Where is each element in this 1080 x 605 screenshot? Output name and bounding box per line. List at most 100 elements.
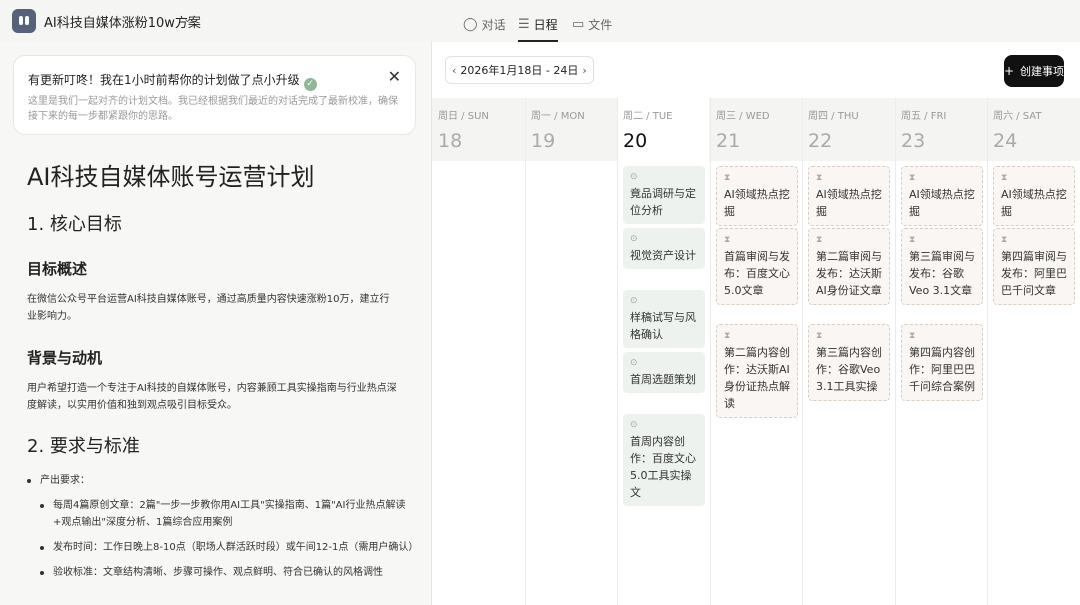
create-event-button[interactable]: + 创建事项 [1004,55,1064,87]
event-title: 第三篇内容创作：谷歌Veo 3.1工具实操 [816,346,882,393]
day-column-divider [802,98,803,605]
event-title: 第二篇审阅与发布：达沃斯AI身份证文章 [816,250,882,297]
day-number: 18 [438,130,463,152]
top-bar: AI科技自媒体涨粉10w方案 ⌄ ◯ 对话 ☰ 日程 ▭ 文件 [0,0,1080,42]
day-column-header: 周一 / MON 19 [525,98,617,161]
event-title: 样稿试写与风格确认 [630,311,696,341]
section-heading-requirements: 2. 要求与标准 [27,436,140,457]
project-title[interactable]: AI科技自媒体涨粉10w方案 [44,12,201,31]
day-column-divider [895,98,896,605]
update-notice-title: 有更新叮咚！我在1小时前帮你的计划做了点小升级 ✓ [28,71,317,91]
day-column-header: 周五 / FRI 23 [895,98,987,161]
day-number: 20 [623,130,648,152]
tab-schedule[interactable]: ☰ 日程 [518,16,558,42]
calendar-event[interactable]: ⧗ 第二篇审阅与发布：达沃斯AI身份证文章 [808,228,890,305]
day-number: 23 [901,130,926,152]
chevron-right-icon[interactable]: › [582,64,586,77]
tab-files-label: 文件 [588,18,613,32]
calendar-event[interactable]: ⧗ 第二篇内容创作：达沃斯AI身份证热点解读 [716,324,798,418]
calendar-event[interactable]: ⧗ 第四篇内容创作：阿里巴巴千问综合案例 [901,324,983,401]
list-item: 验收标准：文章结构清晰、步骤可操作、观点鲜明、符合已确认的风格调性 [40,564,417,581]
plan-document-panel[interactable]: 有更新叮咚！我在1小时前帮你的计划做了点小升级 ✓ ✕ 这里是我们一起对齐的计划文… [0,42,431,605]
calendar-event[interactable]: ⊙ 竟品调研与定位分析 [623,166,705,224]
weekday-label: 周三 / WED [716,111,770,122]
day-column-header: 周日 / SUN 18 [432,98,524,161]
close-icon[interactable]: ✕ [388,67,401,86]
week-calendar: ‹ 2026年1月18日 - 24日 › + 创建事项 周日 / SUN 18 周一… [432,42,1080,605]
event-title: AI领域热点挖掘 [1001,188,1067,218]
hourglass-icon: ⧗ [724,173,731,183]
calendar-event[interactable]: ⧗ AI领域热点挖掘 [993,166,1075,226]
calendar-event[interactable]: ⧗ AI领域热点挖掘 [901,166,983,226]
day-column-header: 周四 / THU 22 [802,98,894,161]
weekday-label: 周一 / MON [531,111,585,122]
calendar-event[interactable]: ⧗ 第三篇内容创作：谷歌Veo 3.1工具实操 [808,324,890,401]
chevron-left-icon[interactable]: ‹ [452,64,456,77]
tab-schedule-label: 日程 [533,18,558,32]
hourglass-icon: ⧗ [724,331,731,341]
check-circle-icon: ⊙ [630,358,638,368]
calendar-event[interactable]: ⧗ AI领域热点挖掘 [808,166,890,226]
event-title: 竟品调研与定位分析 [630,187,696,217]
check-circle-icon: ⊙ [630,296,638,306]
calendar-event[interactable]: ⧗ AI领域热点挖掘 [716,166,798,226]
plan-document: AI科技自媒体账号运营计划 1. 核心目标 目标概述 在微信公众号平台运营AI科… [27,157,418,589]
event-title: 第二篇内容创作：达沃斯AI身份证热点解读 [724,346,790,410]
schedule-list-icon: ☰ [518,17,530,32]
day-number: 22 [808,130,833,152]
update-notice-card: 有更新叮咚！我在1小时前帮你的计划做了点小升级 ✓ ✕ 这里是我们一起对齐的计划文… [13,55,416,135]
event-title: 首周选题策划 [630,373,696,386]
motivation-text: 用户希望打造一个专注于AI科技的自媒体账号，内容兼顾工具实操指南与行业热点深度解… [27,383,397,411]
hourglass-icon: ⧗ [816,331,823,341]
check-circle-icon: ⊙ [630,234,638,244]
check-circle-icon: ⊙ [630,172,638,182]
hourglass-icon: ⧗ [909,173,916,183]
hourglass-icon: ⧗ [1001,235,1008,245]
hourglass-icon: ⧗ [816,235,823,245]
weekday-label: 周五 / FRI [901,111,947,122]
calendar-event[interactable]: ⊙ 样稿试写与风格确认 [623,290,705,348]
event-title: 视觉资产设计 [630,249,696,262]
event-title: AI领域热点挖掘 [724,188,790,218]
weekday-label: 周日 / SUN [438,111,489,122]
calendar-day-header: 周日 / SUN 18 周一 / MON 19 周二 / TUE 20 周三 / WED 21… [432,98,1080,161]
event-title: AI领域热点挖掘 [816,188,882,218]
hourglass-icon: ⧗ [1001,173,1008,183]
calendar-event[interactable]: ⊙ 视觉资产设计 [623,228,705,269]
list-item: 每周4篇原创文章：2篇"一步一步教你用AI工具"实操指南、1篇"AI行业热点解读… [40,497,417,531]
plus-icon: + [1004,64,1015,78]
folder-icon: ▭ [572,17,585,32]
calendar-event[interactable]: ⧗ 第四篇审阅与发布：阿里巴巴千问文章 [993,228,1075,305]
day-column-header: 周三 / WED 21 [710,98,802,161]
app-logo-icon[interactable] [12,9,36,33]
list-item: 产出要求： [27,472,417,489]
section-heading-goals: 1. 核心目标 [27,214,122,235]
event-title: AI领域热点挖掘 [909,188,975,218]
date-range-picker[interactable]: ‹ 2026年1月18日 - 24日 › [445,56,594,84]
calendar-event[interactable]: ⧗ 第三篇审阅与发布：谷歌Veo 3.1文章 [901,228,983,305]
subheading-motivation: 背景与动机 [27,349,103,367]
tab-chat[interactable]: ◯ 对话 [463,16,506,33]
event-title: 首周内容创作：百度文心5.0工具实操文 [630,435,696,499]
day-column-header: 周六 / SAT 24 [987,98,1079,161]
hourglass-icon: ⧗ [909,331,916,341]
calendar-event[interactable]: ⊙ 首周内容创作：百度文心5.0工具实操文 [623,414,705,506]
hourglass-icon: ⧗ [909,235,916,245]
chevron-down-icon[interactable]: ⌄ [183,12,192,25]
check-circle-icon: ⊙ [630,420,638,430]
calendar-grid: ⊙ 竟品调研与定位分析 ⊙ 视觉资产设计 ⊙ 样稿试写与风格确认 ⊙ 首周选题策划 ⊙ 首周内容创… [432,98,1080,605]
list-item: 发布时间：工作日晚上8-10点（职场人群活跃时段）或午间12-1点（需用户确认） [40,539,418,556]
document-title: AI科技自媒体账号运营计划 [27,163,315,191]
check-circle-icon: ✓ [303,78,317,91]
requirements-list: 产出要求： 每周4篇原创文章：2篇"一步一步教你用AI工具"实操指南、1篇"AI… [27,472,418,581]
calendar-event[interactable]: ⧗ 首篇审阅与发布：百度文心5.0文章 [716,228,798,305]
day-column-divider [987,98,988,605]
chat-bubble-icon: ◯ [463,17,478,32]
tab-files[interactable]: ▭ 文件 [572,16,612,33]
subheading-overview: 目标概述 [27,260,88,278]
hourglass-icon: ⧗ [724,235,731,245]
hourglass-icon: ⧗ [816,173,823,183]
day-number: 21 [716,130,741,152]
calendar-event[interactable]: ⊙ 首周选题策划 [623,352,705,393]
update-notice-body: 这里是我们一起对齐的计划文档。我已经根据我们最近的对话完成了最新校准，确保接下来… [28,96,398,122]
